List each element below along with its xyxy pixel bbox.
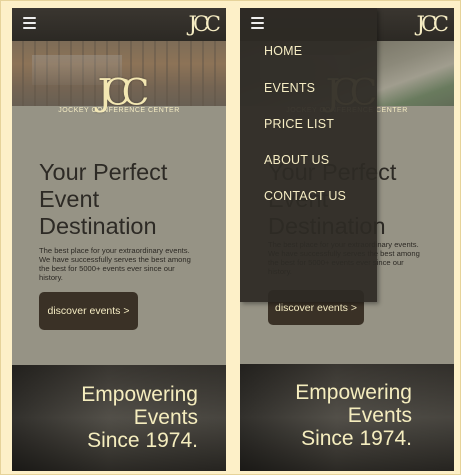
discover-events-button[interactable]: discover events >: [39, 292, 138, 330]
menu-item-price-list[interactable]: PRICE LIST: [264, 117, 334, 131]
headline-line-1: Your Perfect: [39, 159, 168, 185]
band-line-1: Empowering: [81, 383, 198, 406]
band-line-3: Since 1974.: [87, 429, 198, 452]
history-band-text: Empowering Events Since 1974.: [81, 383, 198, 452]
history-band: Empowering Events Since 1974.: [240, 364, 454, 471]
band-line-1: Empowering: [295, 381, 412, 404]
mobile-landing-view: JCC JCC JOCKEY CONFERENCE CENTER Your Pe…: [12, 8, 226, 471]
headline-line-2: Event: [39, 186, 100, 212]
band-line-3: Since 1974.: [301, 427, 412, 450]
menu-item-about-us[interactable]: ABOUT US: [264, 153, 329, 167]
navbar-logo[interactable]: JCC: [188, 12, 221, 36]
history-band-text: Empowering Events Since 1974.: [295, 381, 412, 450]
hero-logo-subtitle: JOCKEY CONFERENCE CENTER: [58, 107, 180, 114]
nav-menu-panel: HOME EVENTS PRICE LIST ABOUT US CONTACT …: [240, 8, 377, 302]
menu-item-events[interactable]: EVENTS: [264, 81, 315, 95]
hero-description: The best place for your extraordinary ev…: [39, 246, 191, 282]
band-line-2: Events: [133, 406, 198, 429]
hero-headline: Your Perfect Event Destination: [39, 159, 216, 240]
navbar-logo[interactable]: JCC: [416, 12, 449, 36]
mobile-menu-open-view: JCC JCC JOCKEY CONFERENCE CENTER Your Pe…: [240, 8, 454, 471]
menu-item-home[interactable]: HOME: [264, 44, 302, 58]
history-band: Empowering Events Since 1974.: [12, 365, 226, 471]
hamburger-menu-icon[interactable]: [251, 17, 264, 29]
band-line-2: Events: [347, 404, 412, 427]
top-navbar: JCC: [12, 8, 226, 41]
hamburger-menu-icon[interactable]: [23, 17, 36, 29]
headline-line-3: Destination: [39, 213, 157, 239]
menu-item-contact-us[interactable]: CONTACT US: [264, 189, 346, 203]
